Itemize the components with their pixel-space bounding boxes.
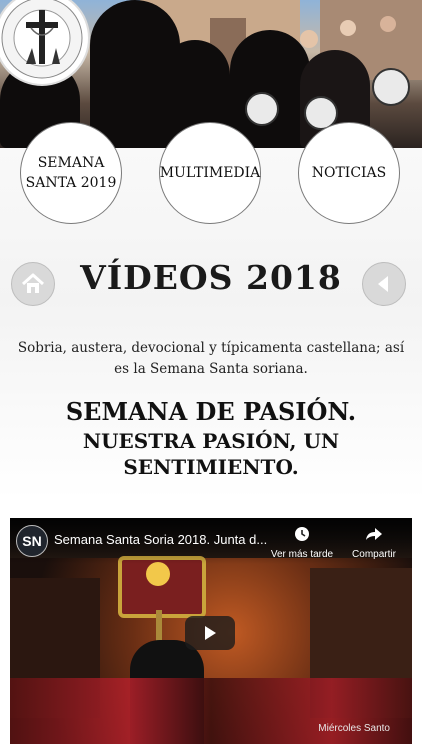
- video-crowd-red: [10, 678, 412, 744]
- cofradias-logo[interactable]: [0, 0, 90, 86]
- play-icon: [205, 626, 216, 640]
- nav-semana-santa-line1: SEMANA: [37, 155, 105, 171]
- video-caption: Miércoles Santo: [318, 723, 390, 734]
- cofradias-seal-icon: [1, 0, 83, 79]
- play-button[interactable]: [185, 616, 235, 650]
- nav-multimedia-label: MULTIMEDIA: [159, 165, 261, 181]
- share-label: Compartir: [352, 549, 396, 560]
- share-button[interactable]: Compartir: [338, 526, 410, 560]
- nav-multimedia-button[interactable]: MULTIMEDIA: [159, 122, 261, 224]
- youtube-video-player[interactable]: SN Semana Santa Soria 2018. Junta d... V…: [10, 518, 412, 744]
- watch-later-label: Ver más tarde: [270, 549, 334, 560]
- channel-avatar[interactable]: SN: [16, 525, 48, 557]
- nav-semana-santa-2019-button[interactable]: SEMANA SANTA 2019: [20, 122, 122, 224]
- nav-noticias-button[interactable]: NOTICIAS: [298, 122, 400, 224]
- watch-later-button[interactable]: Ver más tarde: [266, 526, 338, 560]
- video-cross-center: [146, 562, 170, 586]
- page-title: VÍDEOS 2018: [80, 258, 342, 297]
- clock-icon: [266, 526, 338, 546]
- share-arrow-icon: [338, 526, 410, 546]
- nav-noticias-label: NOTICIAS: [311, 165, 387, 181]
- heading-semana-de-pasion: SEMANA DE PASIÓN.: [65, 397, 357, 426]
- nav-semana-santa-line2: SANTA 2019: [25, 175, 117, 191]
- heading-nuestra-pasion: NUESTRA PASIÓN, UN SENTIMIENTO.: [0, 428, 422, 480]
- heading-nuestra-pasion-text: NUESTRA PASIÓN, UN SENTIMIENTO.: [82, 429, 340, 479]
- video-title[interactable]: Semana Santa Soria 2018. Junta d...: [54, 532, 274, 547]
- page-description: Sobria, austera, devocional y típicament…: [17, 340, 405, 377]
